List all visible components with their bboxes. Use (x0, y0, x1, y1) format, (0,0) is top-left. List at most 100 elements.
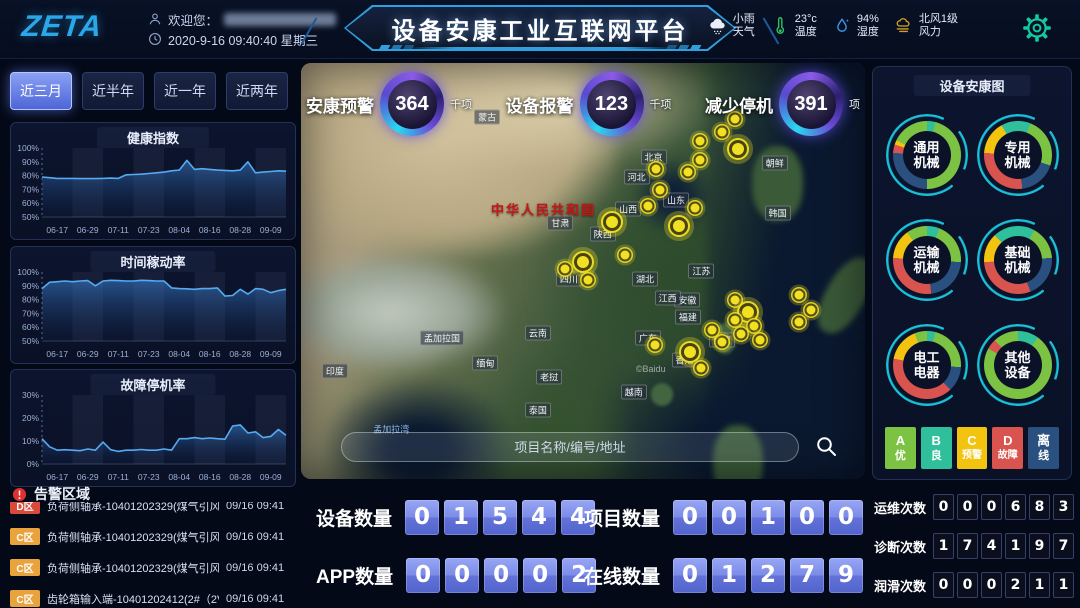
kpi-label: 安康预警 (306, 92, 374, 117)
svg-text:06-29: 06-29 (77, 225, 99, 235)
legend-cell-4: 离线 (1028, 427, 1059, 469)
gauge-0: 通用机械 (886, 114, 968, 196)
digit-cell: 1 (933, 533, 954, 559)
project-marker-23[interactable] (795, 290, 804, 299)
project-marker-5[interactable] (690, 204, 699, 213)
project-marker-29[interactable] (650, 340, 659, 349)
svg-text:07-23: 07-23 (138, 225, 160, 235)
bottom-stats: 设备数量 01544 项目数量 00100 APP数量 00002 在线数量 0… (316, 488, 868, 604)
project-marker-8[interactable] (606, 216, 618, 228)
svg-text:09-09: 09-09 (260, 349, 282, 359)
svg-text:50%: 50% (22, 212, 39, 222)
digit-cell: 7 (1053, 533, 1074, 559)
alert-time: 09/16 09:41 (226, 593, 284, 605)
project-marker-14[interactable] (742, 306, 754, 318)
svg-text:09-09: 09-09 (260, 472, 282, 482)
map-label-province: 老挝 (536, 370, 562, 385)
thermometer-icon (770, 16, 790, 36)
project-marker-18[interactable] (755, 335, 764, 344)
project-marker-3[interactable] (651, 164, 660, 173)
project-marker-6[interactable] (643, 202, 652, 211)
health-legend: A优B良C预警D故障离线 (885, 427, 1059, 469)
project-marker-25[interactable] (795, 317, 804, 326)
gauge-5: 其他设备 (977, 324, 1059, 406)
digit-cell: 0 (406, 558, 440, 593)
project-marker-12[interactable] (620, 251, 629, 260)
project-marker-22[interactable] (707, 325, 716, 334)
project-marker-15[interactable] (731, 315, 740, 324)
digit-cell: 1 (444, 500, 478, 535)
map-label-province: 泰国 (525, 403, 551, 418)
counter-label: 诊断次数 (874, 537, 926, 556)
digit-cell: 0 (981, 494, 1002, 520)
digit-cell: 4 (981, 533, 1002, 559)
project-marker-19[interactable] (717, 337, 726, 346)
alert-list[interactable]: D区 负荷侧轴承-10401202329(煤气引风机电... 09/16 09:… (10, 502, 296, 608)
map-label-province: 山西 (615, 201, 641, 216)
counter-diagnosis: 诊断次数 174197 (874, 533, 1074, 559)
svg-text:06-17: 06-17 (46, 349, 68, 359)
gear-icon[interactable] (1022, 13, 1052, 43)
project-marker-24[interactable] (807, 305, 816, 314)
project-marker-1[interactable] (695, 156, 704, 165)
kpi-unit: 千项 (650, 96, 672, 112)
project-marker-2[interactable] (683, 168, 692, 177)
time-filter-3[interactable]: 近两年 (226, 72, 288, 110)
project-marker-17[interactable] (737, 329, 746, 338)
counters: 运维次数 000683 诊断次数 174197 润滑次数 000211 (874, 494, 1074, 608)
digit-cell: 0 (981, 572, 1002, 598)
alert-row-2[interactable]: C区 负荷侧轴承-10401202329(煤气引风机电... 09/16 09:… (10, 552, 296, 583)
digit-cell: 0 (933, 494, 954, 520)
legend-cell-1: B良 (921, 427, 952, 469)
alert-text: 负荷侧轴承-10401202329(煤气引风机电... (47, 529, 219, 545)
svg-text:100%: 100% (17, 144, 39, 153)
stat-device-count: 设备数量 01544 (316, 500, 584, 535)
droplet-icon (832, 16, 852, 36)
project-marker-9[interactable] (577, 256, 589, 268)
rain-cloud-icon (708, 16, 728, 36)
project-marker-20[interactable] (684, 346, 696, 358)
time-filter-0[interactable]: 近三月 (10, 72, 72, 110)
project-marker-13[interactable] (730, 295, 739, 304)
svg-text:07-11: 07-11 (108, 349, 129, 359)
stat-online-count: 在线数量 01279 (584, 558, 868, 593)
project-marker-11[interactable] (584, 276, 593, 285)
map-label-province: 湖北 (632, 272, 658, 287)
stat-label: 在线数量 (584, 562, 660, 589)
svg-text:08-28: 08-28 (229, 472, 251, 482)
alert-row-0[interactable]: D区 负荷侧轴承-10401202329(煤气引风机电... 09/16 09:… (10, 502, 296, 521)
svg-text:07-23: 07-23 (138, 349, 160, 359)
search-icon[interactable] (814, 434, 838, 458)
alert-row-3[interactable]: C区 齿轮箱输入端-10401202412(2#（2V）... 09/16 09… (10, 583, 296, 608)
svg-text:20%: 20% (22, 413, 39, 423)
svg-text:08-04: 08-04 (168, 472, 190, 482)
project-marker-10[interactable] (560, 264, 569, 273)
chart-panel-time-utilization: 时间稼动率 50%60%70%80%90%100%06-1706-2907-11… (10, 246, 296, 364)
datetime-text: 2020-9-16 09:40:40 星期三 (168, 30, 318, 49)
map-label-province: 云南 (525, 326, 551, 341)
digit-cell: 7 (957, 533, 978, 559)
time-filter-1[interactable]: 近半年 (82, 72, 144, 110)
svg-text:08-04: 08-04 (168, 349, 190, 359)
svg-text:08-28: 08-28 (229, 225, 251, 235)
time-filter-2[interactable]: 近一年 (154, 72, 216, 110)
project-marker-16[interactable] (750, 321, 759, 330)
digit-cell: 1 (1029, 572, 1050, 598)
project-marker-4[interactable] (655, 186, 664, 195)
counter-maintenance: 运维次数 000683 (874, 494, 1074, 520)
device-health-panel: 设备安康图 通用机械 专用机械 运输机械 基础机械 电工电器 其他设备 A优B良… (872, 66, 1072, 480)
alert-row-1[interactable]: C区 负荷侧轴承-10401202329(煤气引风机电... 09/16 09:… (10, 521, 296, 552)
project-marker-0[interactable] (732, 143, 744, 155)
project-marker-7[interactable] (673, 220, 685, 232)
map-label-province: 孟加拉国 (420, 330, 464, 345)
project-marker-28[interactable] (695, 136, 704, 145)
weather-text: 小雨天气 (733, 13, 755, 39)
digit-cell: 2 (1005, 572, 1026, 598)
digit-cell: 8 (1029, 494, 1050, 520)
zone-badge: D区 (10, 502, 40, 514)
stat-project-count: 项目数量 00100 (584, 500, 868, 535)
project-marker-21[interactable] (697, 363, 706, 372)
search-input[interactable] (341, 432, 799, 462)
map-label-country: 中华人民共和国 (488, 199, 599, 218)
svg-text:70%: 70% (22, 184, 39, 194)
